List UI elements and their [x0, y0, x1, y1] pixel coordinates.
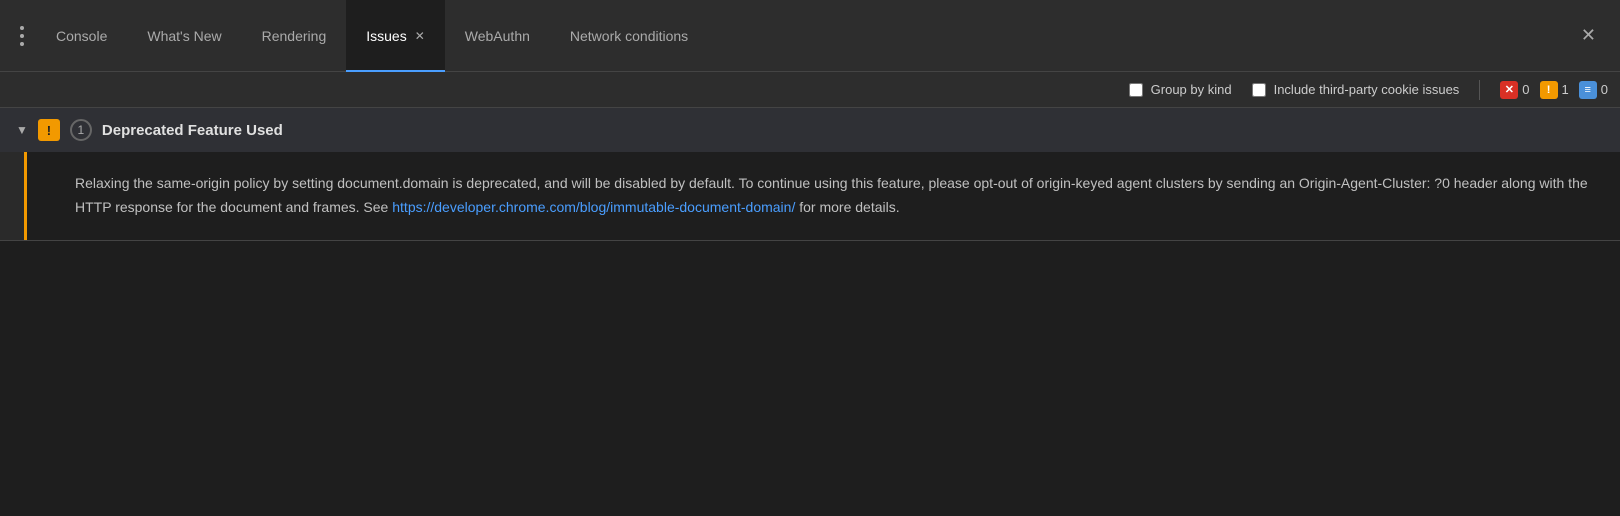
third-party-checkbox[interactable]: Include third-party cookie issues — [1252, 82, 1460, 97]
warning-badge[interactable]: ! 1 — [1540, 81, 1569, 99]
third-party-input[interactable] — [1252, 83, 1266, 97]
tab-network-conditions-label: Network conditions — [570, 28, 688, 44]
error-badge[interactable]: ✕ 0 — [1500, 81, 1529, 99]
group-by-kind-checkbox[interactable]: Group by kind — [1129, 82, 1232, 97]
issue-header[interactable]: ▼ ! 1 Deprecated Feature Used — [0, 108, 1620, 152]
issue-count-badge: 1 — [70, 119, 92, 141]
tab-issues[interactable]: Issues ✕ — [346, 0, 445, 72]
group-by-kind-input[interactable] — [1129, 83, 1143, 97]
chevron-down-icon: ▼ — [16, 123, 28, 137]
error-count: 0 — [1522, 82, 1529, 97]
tab-bar: Console What's New Rendering Issues ✕ We… — [0, 0, 1620, 72]
issue-link[interactable]: https://developer.chrome.com/blog/immuta… — [392, 199, 795, 215]
third-party-label: Include third-party cookie issues — [1274, 82, 1460, 97]
error-icon: ✕ — [1500, 81, 1518, 99]
info-badge[interactable]: ≡ 0 — [1579, 81, 1608, 99]
devtools-close-button[interactable]: ✕ — [1565, 25, 1612, 46]
issue-content: Relaxing the same-origin policy by setti… — [24, 152, 1620, 240]
warning-count: 1 — [1562, 82, 1569, 97]
tab-webauthn[interactable]: WebAuthn — [445, 0, 550, 72]
group-by-kind-label: Group by kind — [1151, 82, 1232, 97]
tab-console-label: Console — [56, 28, 107, 44]
tab-issues-label: Issues — [366, 28, 406, 44]
badge-group: ✕ 0 ! 1 ≡ 0 — [1500, 81, 1608, 99]
tab-rendering-label: Rendering — [262, 28, 327, 44]
issue-body-suffix: for more details. — [795, 199, 899, 215]
warning-icon: ! — [1540, 81, 1558, 99]
tab-issues-close[interactable]: ✕ — [415, 29, 425, 43]
info-count: 0 — [1601, 82, 1608, 97]
issue-body: Relaxing the same-origin policy by setti… — [75, 172, 1592, 220]
tab-webauthn-label: WebAuthn — [465, 28, 530, 44]
issue-warning-icon: ! — [38, 119, 60, 141]
issues-toolbar: Group by kind Include third-party cookie… — [0, 72, 1620, 108]
issue-section: ▼ ! 1 Deprecated Feature Used Relaxing t… — [0, 108, 1620, 241]
toolbar-divider — [1479, 80, 1480, 100]
tab-network-conditions[interactable]: Network conditions — [550, 0, 708, 72]
tab-overflow-button[interactable] — [8, 26, 36, 46]
tab-rendering[interactable]: Rendering — [242, 0, 347, 72]
tab-whats-new-label: What's New — [147, 28, 221, 44]
issue-title: Deprecated Feature Used — [102, 122, 283, 139]
info-icon: ≡ — [1579, 81, 1597, 99]
tab-whats-new[interactable]: What's New — [127, 0, 241, 72]
toolbar-filters: Group by kind Include third-party cookie… — [1129, 82, 1460, 97]
tab-console[interactable]: Console — [36, 0, 127, 72]
